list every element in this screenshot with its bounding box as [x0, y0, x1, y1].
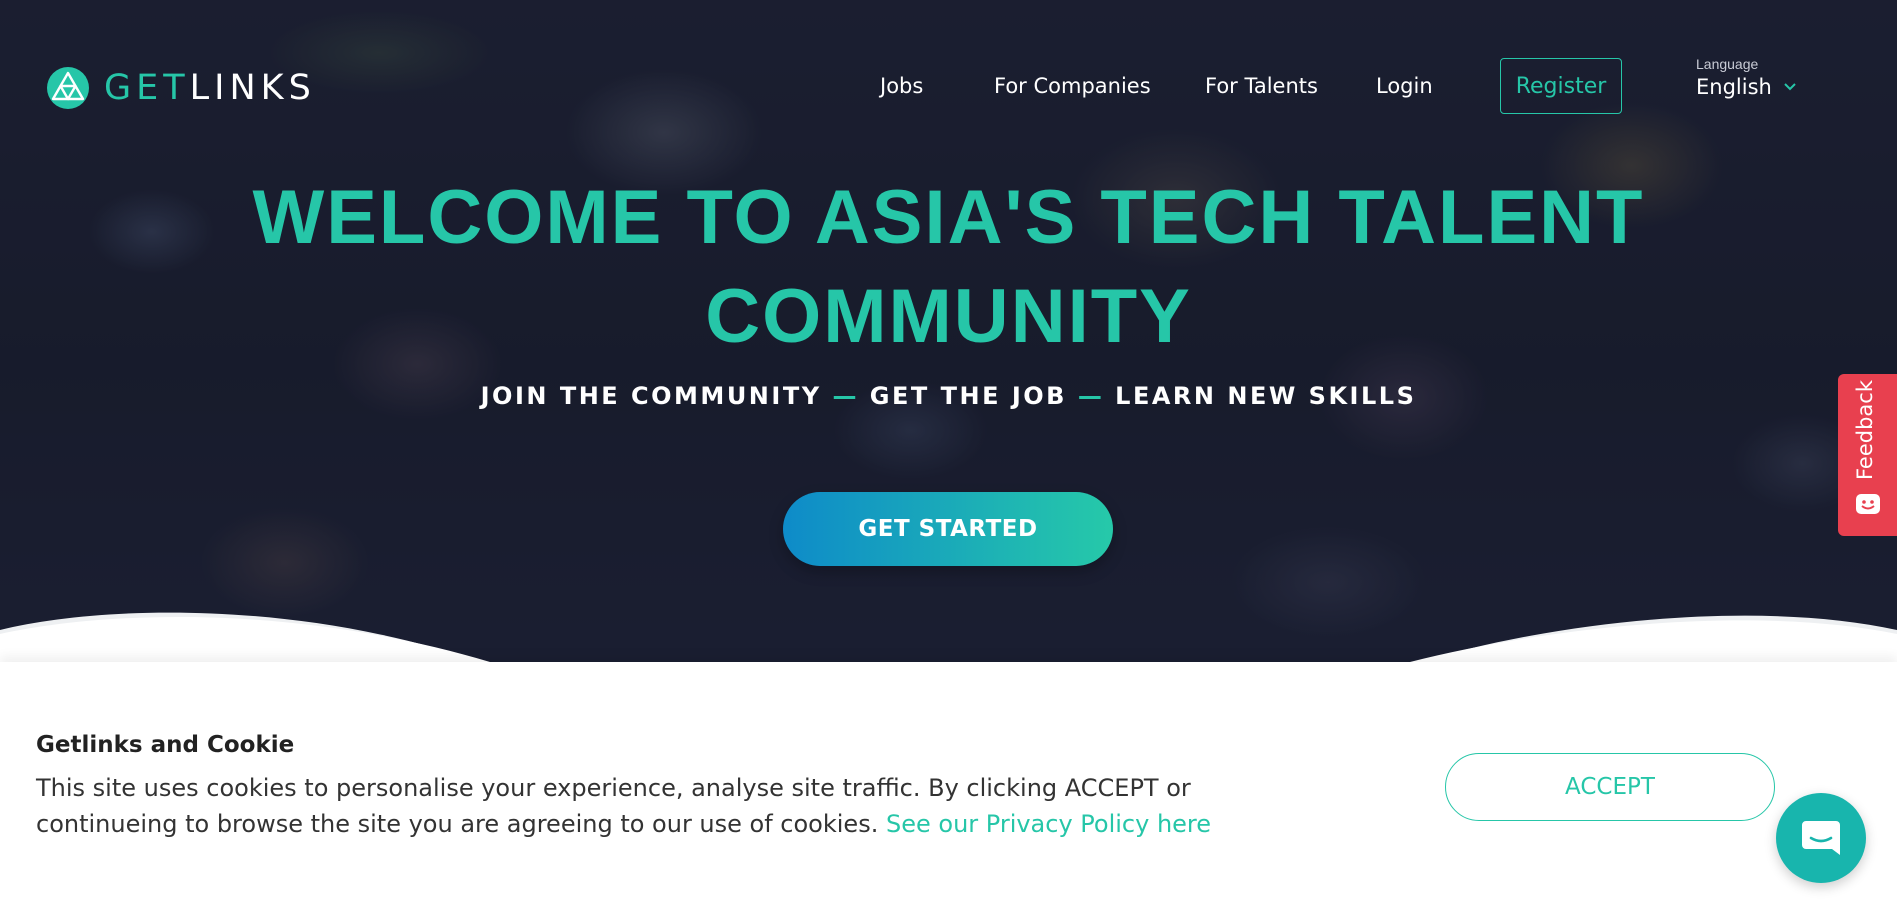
- nav-item-login[interactable]: Login: [1376, 74, 1433, 98]
- smiley-face-icon: [1856, 494, 1880, 514]
- getlinks-triangle-logo-icon: [47, 67, 89, 109]
- logo-wordmark: GETLINKS: [104, 68, 316, 108]
- nav-item-for-talents[interactable]: For Talents: [1205, 74, 1318, 98]
- language-selector[interactable]: English: [1696, 75, 1798, 99]
- chat-bubble-icon: [1802, 821, 1840, 855]
- subtitle-separator: —: [832, 382, 859, 410]
- subtitle-separator: —: [1077, 382, 1105, 410]
- register-button[interactable]: Register: [1500, 58, 1622, 114]
- hero-title-line-2: COMMUNITY: [705, 274, 1192, 359]
- language-value: English: [1696, 75, 1772, 99]
- logo-wordmark-links: LINKS: [189, 68, 316, 108]
- get-started-button[interactable]: GET STARTED: [783, 492, 1113, 566]
- subtitle-join-community: JOIN THE COMMUNITY: [480, 382, 822, 410]
- language-label: Language: [1696, 56, 1759, 72]
- hero-title: WELCOME TO ASIA'S TECH TALENT COMMUNITY: [250, 168, 1647, 366]
- hero-title-line-1: WELCOME TO ASIA'S TECH TALENT: [252, 175, 1645, 260]
- logo-wordmark-get: GET: [104, 68, 190, 108]
- cookie-message: This site uses cookies to personalise yo…: [36, 770, 1236, 842]
- cookie-banner: Getlinks and Cookie This site uses cooki…: [0, 662, 1897, 911]
- feedback-label: Feedback: [1853, 379, 1877, 480]
- accept-cookies-button[interactable]: ACCEPT: [1445, 753, 1775, 821]
- hero-subtitle: JOIN THE COMMUNITY — GET THE JOB — LEARN…: [300, 382, 1597, 410]
- feedback-tab[interactable]: Feedback: [1838, 374, 1897, 536]
- hero-wave-divider: [0, 612, 1897, 670]
- getlinks-logo[interactable]: GETLINKS: [46, 66, 316, 110]
- subtitle-learn-skills: LEARN NEW SKILLS: [1115, 382, 1417, 410]
- nav-item-jobs[interactable]: Jobs: [880, 74, 923, 98]
- chevron-down-icon: [1784, 83, 1796, 91]
- chat-launcher-button[interactable]: [1776, 793, 1866, 883]
- privacy-policy-link[interactable]: See our Privacy Policy here: [886, 810, 1211, 838]
- subtitle-get-job: GET THE JOB: [869, 382, 1067, 410]
- nav-item-for-companies[interactable]: For Companies: [994, 74, 1151, 98]
- cookie-title: Getlinks and Cookie: [36, 732, 295, 758]
